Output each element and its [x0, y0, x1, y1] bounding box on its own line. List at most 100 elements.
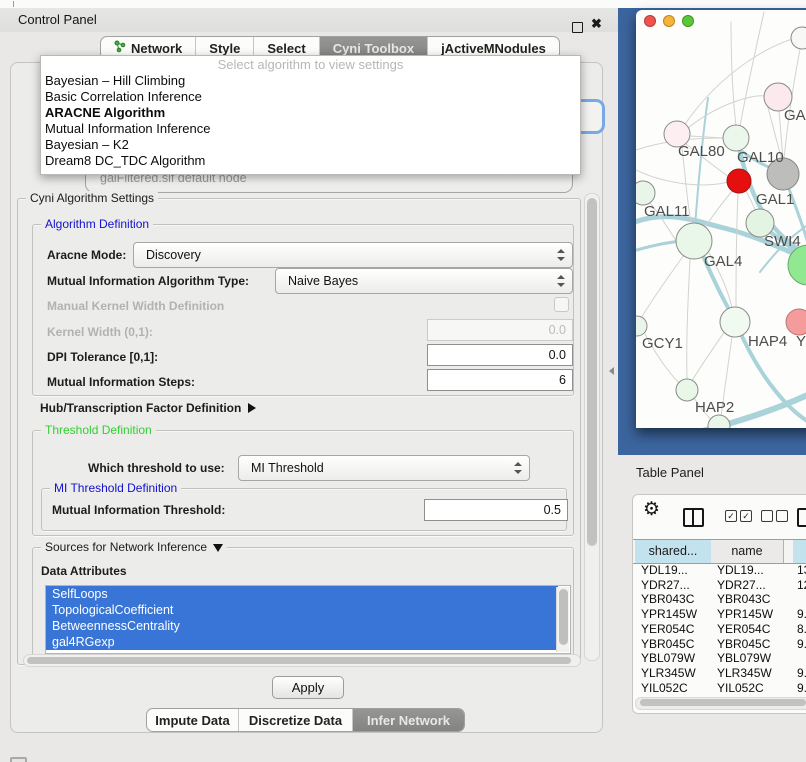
mi-threshold-field[interactable]: 0.5 — [424, 499, 568, 521]
horizontal-scrollbar-thumb[interactable] — [27, 657, 571, 664]
split-pane-collapse-icon[interactable] — [609, 367, 614, 375]
vertical-scrollbar-thumb[interactable] — [587, 198, 597, 546]
table-row[interactable]: YER054CYER054C8. — [633, 622, 806, 637]
tab-discretize-data[interactable]: Discretize Data — [239, 709, 353, 731]
network-edge — [694, 98, 708, 240]
sources-group-title[interactable]: Sources for Network Inference — [41, 540, 227, 554]
table-rows: YDL19...YDL19...13YDR27...YDR27...12YBR0… — [633, 563, 806, 696]
network-view-window[interactable]: GALGAL80GAL10GAL1GAL11SWI4GAL4GCY1HAP4YH… — [636, 10, 806, 428]
unchecked-checkbox-icon[interactable] — [776, 510, 788, 522]
window-minimize-icon[interactable] — [663, 15, 675, 27]
control-panel-titlebar: Control Panel ✖ — [0, 8, 618, 32]
table-cell: YBL079W — [717, 651, 771, 666]
table-panel: ⚙ ✓ ✓ shared...nameA YDL19...YDL19...13Y… — [632, 494, 806, 714]
stepper-icon — [556, 275, 564, 287]
dpi-tolerance-field[interactable]: 0.0 — [427, 344, 573, 366]
sources-title-text: Sources for Network Inference — [45, 540, 207, 554]
columns-icon[interactable] — [683, 508, 704, 527]
network-node[interactable] — [786, 309, 806, 335]
table-cell: YER054C — [717, 622, 770, 637]
mi-steps-field[interactable]: 6 — [427, 369, 573, 391]
table-cell: YDR27... — [717, 578, 766, 593]
aracne-mode-combo[interactable]: Discovery — [133, 242, 573, 268]
sources-group: Sources for Network Inference Data Attri… — [32, 547, 574, 663]
algorithm-item-bayesian-k2[interactable]: Bayesian – K2 — [41, 137, 580, 153]
table-row[interactable]: YLR345WYLR345W9. — [633, 666, 806, 681]
column-header-a[interactable]: A — [793, 540, 806, 563]
close-icon[interactable]: ✖ — [591, 16, 602, 32]
settings-vertical-scrollbar[interactable] — [584, 193, 600, 661]
network-node[interactable] — [636, 316, 647, 336]
column-header-shared[interactable]: shared... — [635, 540, 712, 563]
column-header-name[interactable]: name — [711, 540, 784, 563]
table-cell: 12 — [797, 578, 806, 593]
mi-algorithm-type-combo[interactable]: Naive Bayes — [275, 268, 573, 294]
table-row[interactable]: YIL052CYIL052C9. — [633, 681, 806, 696]
checked-checkbox-icon[interactable]: ✓ — [725, 510, 737, 522]
attribute-list-scrollbar[interactable] — [556, 587, 569, 652]
checked-checkbox-icon[interactable]: ✓ — [740, 510, 752, 522]
table-row[interactable]: YBR045CYBR045C9. — [633, 637, 806, 652]
table-header-row: shared...name A — [633, 539, 806, 564]
node-label-hap2: HAP2 — [695, 399, 734, 416]
hub-definition-toggle[interactable]: Hub/Transcription Factor Definition — [40, 401, 256, 415]
table-cell: 9. — [797, 666, 806, 681]
table-cell: YDL19... — [717, 563, 764, 578]
algorithm-item-bayesian-hill-climbing[interactable]: Bayesian – Hill Climbing — [41, 73, 580, 89]
mi-algorithm-type-value: Naive Bayes — [288, 269, 358, 293]
table-cell: YPR145W — [717, 607, 773, 622]
unchecked-checkbox-icon[interactable] — [761, 510, 773, 522]
tab-infer-network[interactable]: Infer Network — [353, 709, 464, 731]
table-row[interactable]: YPR145WYPR145W9. — [633, 607, 806, 622]
table-scrollbar-thumb[interactable] — [640, 699, 806, 706]
tab-impute-data[interactable]: Impute Data — [147, 709, 239, 731]
panel-title: Control Panel — [18, 12, 97, 27]
apply-button[interactable]: Apply — [272, 676, 344, 699]
table-row[interactable]: YDR27...YDR27...12 — [633, 578, 806, 593]
network-node[interactable] — [727, 169, 751, 193]
network-edge — [687, 259, 690, 379]
attribute-item-selfloops[interactable]: SelfLoops — [46, 586, 558, 602]
which-threshold-combo[interactable]: MI Threshold — [238, 455, 530, 481]
tab-label: Impute Data — [155, 713, 229, 728]
algorithm-item-dream8-dc-tdc-algorithm[interactable]: Dream8 DC_TDC Algorithm — [41, 153, 580, 169]
data-attributes-list: SelfLoopsTopologicalCoefficientBetweenne… — [45, 585, 571, 654]
gear-icon[interactable]: ⚙ — [643, 497, 660, 523]
function-icon[interactable] — [797, 508, 806, 527]
table-horizontal-scrollbar[interactable] — [635, 697, 806, 710]
attribute-item-gal4rgexp[interactable]: gal4RGexp — [46, 634, 558, 650]
network-node[interactable] — [708, 415, 730, 428]
network-node[interactable] — [791, 27, 806, 49]
table-row[interactable]: YBL079WYBL079W — [633, 651, 806, 666]
window-zoom-icon[interactable] — [682, 15, 694, 27]
network-node[interactable] — [676, 379, 698, 401]
table-cell: YLR345W — [717, 666, 772, 681]
algorithm-definition-title: Algorithm Definition — [41, 217, 153, 231]
network-node[interactable] — [636, 181, 655, 205]
threshold-definition-title: Threshold Definition — [41, 423, 156, 437]
network-node[interactable] — [723, 125, 749, 151]
minimized-panel-icon[interactable] — [10, 757, 27, 762]
table-row[interactable]: YBR043CYBR043C — [633, 592, 806, 607]
float-window-icon[interactable] — [572, 22, 583, 33]
algorithm-item-aracne-algorithm[interactable]: ARACNE Algorithm — [41, 105, 580, 121]
node-label-gal80: GAL80 — [678, 143, 725, 160]
window-close-icon[interactable] — [644, 15, 656, 27]
attribute-item-topologicalcoefficient[interactable]: TopologicalCoefficient — [46, 602, 558, 618]
node-label-swi4: SWI4 — [764, 233, 801, 250]
algorithm-item-basic-correlation-inference[interactable]: Basic Correlation Inference — [41, 89, 580, 105]
table-cell: 9. — [797, 637, 806, 652]
network-node[interactable] — [720, 307, 750, 337]
stepper-icon — [556, 249, 564, 261]
kernel-width-field[interactable]: 0.0 — [427, 319, 573, 341]
table-cell: 9. — [797, 607, 806, 622]
manual-kernel-width-checkbox[interactable] — [554, 297, 569, 312]
network-edge — [731, 22, 736, 126]
algorithm-item-mutual-information-inference[interactable]: Mutual Information Inference — [41, 121, 580, 137]
network-graph[interactable]: GALGAL80GAL10GAL1GAL11SWI4GAL4GCY1HAP4YH… — [636, 10, 806, 428]
attribute-item-betweennesscentrality[interactable]: BetweennessCentrality — [46, 618, 558, 634]
tab-label: jActiveMNodules — [441, 41, 546, 56]
settings-horizontal-scrollbar[interactable] — [23, 654, 581, 667]
table-row[interactable]: YDL19...YDL19...13 — [633, 563, 806, 578]
table-cell: 9. — [797, 681, 806, 696]
